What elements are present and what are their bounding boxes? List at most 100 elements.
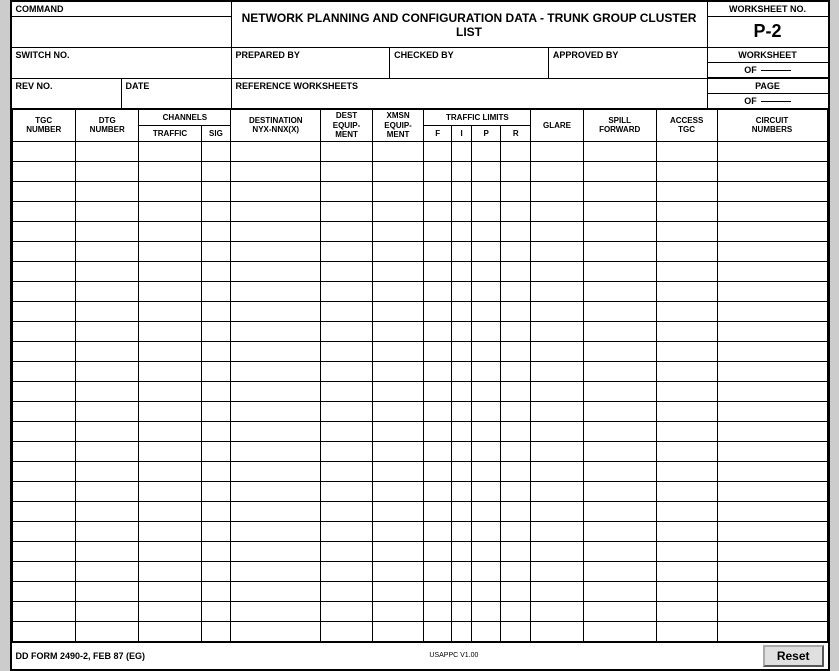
table-cell[interactable]	[501, 581, 531, 601]
table-cell[interactable]	[656, 461, 717, 481]
table-cell[interactable]	[424, 161, 452, 181]
table-cell[interactable]	[372, 301, 424, 321]
table-cell[interactable]	[472, 361, 501, 381]
table-cell[interactable]	[201, 541, 231, 561]
table-cell[interactable]	[372, 421, 424, 441]
table-cell[interactable]	[472, 201, 501, 221]
table-cell[interactable]	[452, 541, 472, 561]
table-cell[interactable]	[472, 541, 501, 561]
table-cell[interactable]	[531, 221, 583, 241]
table-cell[interactable]	[424, 141, 452, 161]
table-cell[interactable]	[12, 581, 75, 601]
table-cell[interactable]	[583, 321, 656, 341]
table-cell[interactable]	[583, 281, 656, 301]
table-cell[interactable]	[656, 421, 717, 441]
table-cell[interactable]	[139, 301, 201, 321]
table-cell[interactable]	[501, 421, 531, 441]
table-cell[interactable]	[501, 281, 531, 301]
table-cell[interactable]	[201, 201, 231, 221]
table-cell[interactable]	[75, 301, 138, 321]
checked-by-value[interactable]	[390, 62, 548, 78]
table-cell[interactable]	[472, 481, 501, 501]
table-cell[interactable]	[231, 501, 321, 521]
table-cell[interactable]	[531, 501, 583, 521]
table-cell[interactable]	[75, 161, 138, 181]
table-cell[interactable]	[656, 161, 717, 181]
table-cell[interactable]	[75, 421, 138, 441]
table-cell[interactable]	[472, 521, 501, 541]
table-cell[interactable]	[656, 141, 717, 161]
table-cell[interactable]	[139, 141, 201, 161]
table-cell[interactable]	[531, 581, 583, 601]
table-cell[interactable]	[321, 141, 373, 161]
prepared-by-value[interactable]	[232, 62, 390, 78]
table-cell[interactable]	[656, 361, 717, 381]
table-cell[interactable]	[501, 521, 531, 541]
table-cell[interactable]	[656, 221, 717, 241]
table-cell[interactable]	[424, 381, 452, 401]
table-cell[interactable]	[321, 601, 373, 621]
table-cell[interactable]	[139, 381, 201, 401]
table-cell[interactable]	[424, 181, 452, 201]
table-cell[interactable]	[583, 241, 656, 261]
table-cell[interactable]	[583, 381, 656, 401]
table-cell[interactable]	[472, 161, 501, 181]
table-cell[interactable]	[372, 441, 424, 461]
table-cell[interactable]	[75, 361, 138, 381]
table-cell[interactable]	[717, 221, 827, 241]
table-cell[interactable]	[717, 361, 827, 381]
table-cell[interactable]	[717, 421, 827, 441]
table-cell[interactable]	[501, 481, 531, 501]
table-cell[interactable]	[472, 501, 501, 521]
table-cell[interactable]	[531, 521, 583, 541]
table-cell[interactable]	[139, 521, 201, 541]
table-cell[interactable]	[372, 621, 424, 641]
table-cell[interactable]	[583, 341, 656, 361]
table-cell[interactable]	[452, 601, 472, 621]
table-cell[interactable]	[717, 561, 827, 581]
table-cell[interactable]	[717, 161, 827, 181]
table-cell[interactable]	[75, 281, 138, 301]
table-cell[interactable]	[452, 161, 472, 181]
rev-no-value[interactable]	[12, 93, 121, 107]
table-cell[interactable]	[372, 181, 424, 201]
table-cell[interactable]	[452, 241, 472, 261]
table-cell[interactable]	[531, 381, 583, 401]
table-cell[interactable]	[201, 521, 231, 541]
table-cell[interactable]	[501, 241, 531, 261]
table-cell[interactable]	[372, 141, 424, 161]
table-cell[interactable]	[372, 241, 424, 261]
table-cell[interactable]	[452, 461, 472, 481]
table-cell[interactable]	[531, 301, 583, 321]
table-cell[interactable]	[139, 321, 201, 341]
table-cell[interactable]	[452, 481, 472, 501]
table-cell[interactable]	[201, 381, 231, 401]
table-cell[interactable]	[372, 541, 424, 561]
table-cell[interactable]	[201, 601, 231, 621]
table-cell[interactable]	[321, 181, 373, 201]
table-cell[interactable]	[12, 381, 75, 401]
table-cell[interactable]	[231, 361, 321, 381]
table-cell[interactable]	[231, 381, 321, 401]
table-cell[interactable]	[452, 501, 472, 521]
table-cell[interactable]	[531, 161, 583, 181]
table-cell[interactable]	[501, 601, 531, 621]
table-cell[interactable]	[501, 361, 531, 381]
table-cell[interactable]	[139, 161, 201, 181]
table-cell[interactable]	[424, 361, 452, 381]
table-cell[interactable]	[452, 201, 472, 221]
table-cell[interactable]	[75, 261, 138, 281]
reference-ws-value[interactable]	[232, 93, 707, 107]
table-cell[interactable]	[656, 321, 717, 341]
table-cell[interactable]	[424, 581, 452, 601]
table-cell[interactable]	[75, 481, 138, 501]
table-cell[interactable]	[472, 601, 501, 621]
table-cell[interactable]	[321, 581, 373, 601]
table-cell[interactable]	[12, 401, 75, 421]
table-cell[interactable]	[424, 601, 452, 621]
table-cell[interactable]	[472, 561, 501, 581]
table-cell[interactable]	[372, 521, 424, 541]
table-cell[interactable]	[452, 221, 472, 241]
table-cell[interactable]	[12, 141, 75, 161]
table-cell[interactable]	[75, 141, 138, 161]
